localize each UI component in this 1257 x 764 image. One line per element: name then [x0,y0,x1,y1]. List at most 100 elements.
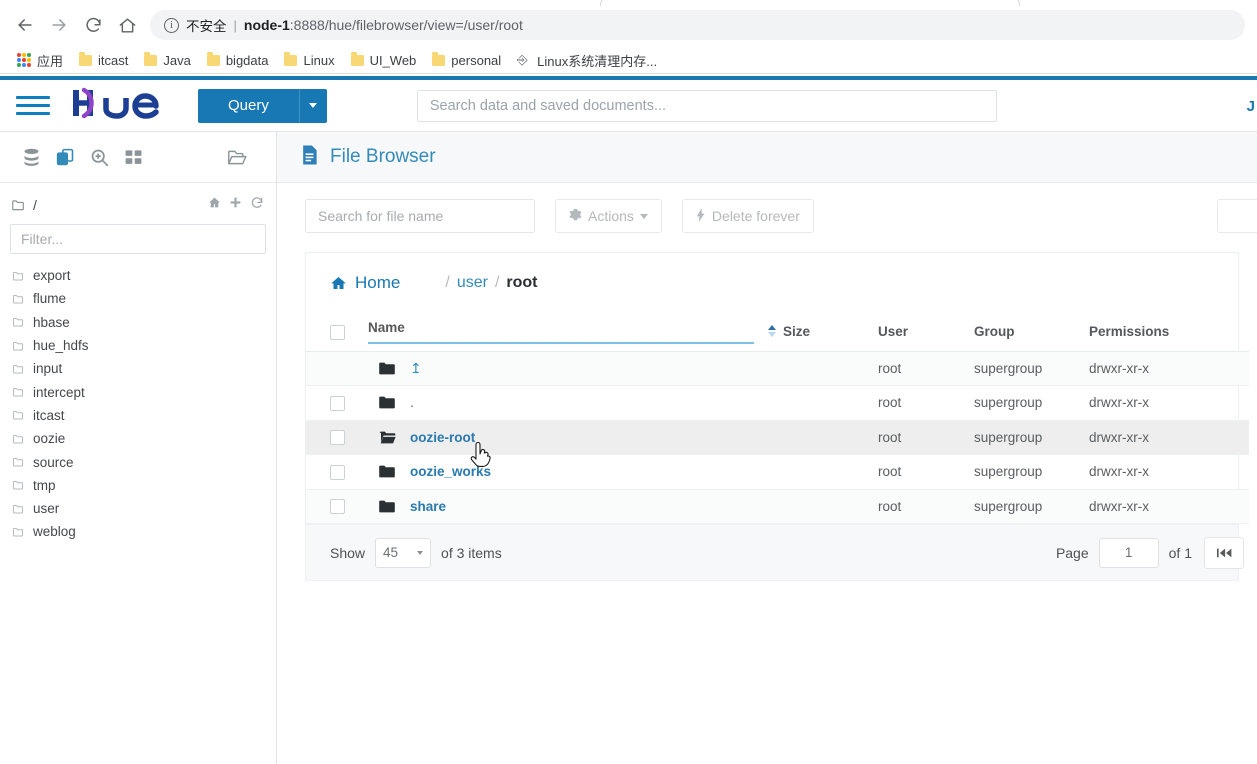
file-link-share[interactable]: share [410,499,446,514]
table-row[interactable]: . root supergroup drwxr-xr-x [306,385,1249,421]
row-name-cell[interactable]: share [368,489,768,524]
forward-arrow-icon[interactable] [42,8,76,42]
bookmark-linux-memory[interactable]: ⎆ Linux系统清理内存... [510,49,664,72]
bookmark-java[interactable]: Java [137,51,197,70]
upload-button-cutoff[interactable] [1217,199,1257,233]
sidebar-item-intercept[interactable]: intercept [0,380,276,403]
bookmark-personal[interactable]: personal [425,51,508,70]
row-checkbox-cell [306,454,368,490]
folder-icon [350,52,364,66]
table-row[interactable]: ↥ root supergroup drwxr-xr-x [306,351,1249,386]
column-label-size: Size [783,324,811,340]
sidebar-item-hbase[interactable]: hbase [0,311,276,334]
sidebar-item-tmp[interactable]: tmp [0,474,276,497]
row-name-cell[interactable]: oozie-root [368,420,768,455]
address-bar[interactable]: i 不安全 | node-1:8888/hue/filebrowser/view… [150,10,1245,40]
sidebar-item-flume[interactable]: flume [0,287,276,310]
back-arrow-icon[interactable] [8,8,42,42]
home-icon [331,277,346,289]
page-icon: ⎆ [517,52,528,67]
row-checkbox[interactable] [329,499,345,515]
current-directory-link[interactable]: . [410,395,414,410]
url-path: :8888/hue/filebrowser/view=/user/root [289,17,523,33]
file-search-input[interactable]: Search for file name [305,199,535,233]
actions-button[interactable]: Actions [555,199,662,233]
bookmark-linux[interactable]: Linux [277,51,341,70]
page-size-select[interactable]: 45 [375,537,432,568]
database-icon[interactable] [14,140,48,174]
bookmark-label: Linux [303,52,335,68]
select-all-header [306,313,368,352]
grid-icon[interactable] [116,140,150,174]
sidebar-item-input[interactable]: input [0,357,276,380]
sidebar-item-label: source [33,454,74,470]
row-checkbox[interactable] [329,464,345,480]
column-label-user: User [878,324,909,340]
sidebar-item-oozie[interactable]: oozie [0,427,276,450]
row-checkbox[interactable] [329,430,345,446]
row-size-cell [768,454,878,490]
select-all-checkbox[interactable] [329,324,345,340]
query-button[interactable]: Query [198,88,299,123]
breadcrumb-item-user[interactable]: user [457,274,488,292]
folder-icon [13,527,23,537]
row-group-cell: supergroup [974,489,1089,524]
refresh-icon[interactable] [250,196,264,215]
site-info-icon[interactable]: i [164,17,179,33]
table-row[interactable]: oozie_works root supergroup drwxr-xr-x [306,454,1249,490]
sidebar-item-hue-hdfs[interactable]: hue_hdfs [0,334,276,357]
bookmark-ui-web[interactable]: UI_Web [344,51,424,70]
folder-icon [13,294,23,304]
reload-icon[interactable] [76,8,110,42]
row-checkbox[interactable] [329,395,345,411]
sidebar-filter-input[interactable]: Filter... [10,224,266,254]
column-header-group[interactable]: Group [974,313,1089,352]
sidebar-item-user[interactable]: user [0,497,276,520]
column-header-size[interactable]: Size [768,313,878,352]
parent-directory-link[interactable]: ↥ [410,360,422,377]
global-search-input[interactable]: Search data and saved documents... [416,89,997,122]
sidebar-icon-bar [0,132,276,183]
sidebar-item-itcast[interactable]: itcast [0,404,276,427]
delete-forever-button[interactable]: Delete forever [681,199,814,233]
row-size-cell [768,489,878,524]
query-dropdown-toggle[interactable] [298,88,327,123]
open-folder-icon[interactable] [220,140,254,174]
page-number-input[interactable]: 1 [1098,537,1159,568]
column-header-permissions[interactable]: Permissions [1089,313,1249,352]
column-header-user[interactable]: User [878,313,974,352]
home-icon[interactable] [110,8,144,42]
row-name-cell[interactable]: . [368,385,768,421]
chevron-down-icon [639,213,648,219]
row-name-cell[interactable]: oozie_works [368,454,768,490]
bookmark-itcast[interactable]: itcast [72,51,135,70]
bookmark-apps[interactable]: 应用 [10,49,70,72]
sidebar-item-export[interactable]: export [0,264,276,287]
folder-icon [13,481,23,490]
sidebar-path-actions [208,196,264,215]
first-page-icon [1216,548,1231,557]
search-plus-icon[interactable] [82,140,116,174]
table-row[interactable]: share root supergroup drwxr-xr-x [306,489,1249,524]
table-row[interactable]: oozie-root root supergroup drwxr-xr-x [306,420,1249,455]
plus-icon[interactable] [229,196,242,214]
bookmark-label: UI_Web [369,52,417,68]
row-user-cell: root [878,489,974,524]
sidebar-item-label: itcast [33,407,65,423]
user-menu[interactable]: J [1247,80,1257,132]
hamburger-menu-icon[interactable] [16,93,50,119]
file-link-oozie-root[interactable]: oozie-root [410,430,475,445]
sidebar-item-weblog[interactable]: weblog [0,520,276,543]
sidebar-item-source[interactable]: source [0,450,276,473]
hue-logo[interactable] [68,86,168,125]
home-icon[interactable] [208,196,221,214]
first-page-button[interactable] [1204,536,1244,569]
documents-icon[interactable] [48,140,82,174]
column-header-name[interactable]: Name [368,313,768,352]
row-name-cell[interactable]: ↥ [368,351,768,386]
breadcrumb-home[interactable]: Home [330,273,400,293]
query-button-group[interactable]: Query [198,88,327,123]
bookmark-bigdata[interactable]: bigdata [200,51,276,70]
show-label: Show [330,544,366,561]
actions-label: Actions [588,208,634,224]
